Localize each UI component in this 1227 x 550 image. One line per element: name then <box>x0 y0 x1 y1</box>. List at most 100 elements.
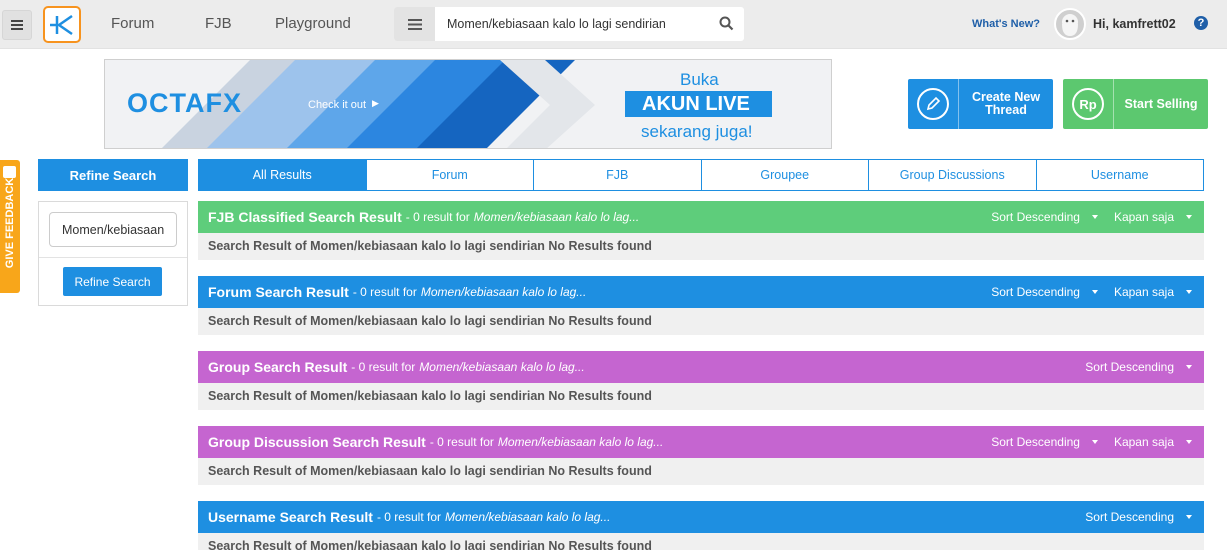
sort-dropdown[interactable]: Sort Descending <box>1085 360 1192 374</box>
refine-search-input[interactable]: Momen/kebiasaan <box>49 212 177 247</box>
chevron-down-icon <box>1091 215 1098 219</box>
tab-group-discussions[interactable]: Group Discussions <box>868 160 1036 190</box>
user-greeting[interactable]: Hi, kamfrett02 <box>1093 17 1176 31</box>
time-label: Kapan saja <box>1113 285 1174 299</box>
kaskus-logo[interactable] <box>43 6 81 43</box>
result-count: - 0 result for <box>376 510 441 524</box>
time-label: Kapan saja <box>1113 435 1174 449</box>
result-query: Momen/kebiasaan kalo lo lag... <box>473 210 640 224</box>
section-header: Forum Search Result - 0 result for Momen… <box>198 276 1204 308</box>
nav-forum[interactable]: Forum <box>111 15 154 32</box>
chevron-down-icon <box>1186 440 1192 444</box>
result-query: Momen/kebiasaan kalo lo lag... <box>419 360 585 374</box>
section-message: Search Result of Momen/kebiasaan kalo lo… <box>198 233 1204 260</box>
nav-playground[interactable]: Playground <box>275 15 351 32</box>
create-thread-icon-box <box>908 79 959 129</box>
result-count: - 0 result for <box>351 360 416 374</box>
tab-fjb[interactable]: FJB <box>533 160 701 190</box>
chevron-down-icon <box>1091 290 1098 294</box>
section-message: Search Result of Momen/kebiasaan kalo lo… <box>198 533 1204 550</box>
give-feedback-label: GIVE FEEDBACK <box>4 177 16 269</box>
tab-all-results[interactable]: All Results <box>199 160 366 190</box>
section-header: Group Search Result - 0 result for Momen… <box>198 351 1204 383</box>
sort-label: Sort Descending <box>991 210 1080 224</box>
start-selling-button[interactable]: Rp Start Selling <box>1063 79 1208 129</box>
group-section: Group Search Result - 0 result for Momen… <box>198 351 1204 410</box>
search-bar: Momen/kebiasaan kalo lo lagi sendirian <box>394 7 744 41</box>
section-title: Group Search Result <box>208 359 348 375</box>
chevron-down-icon <box>1186 365 1192 369</box>
chevron-down-icon <box>1186 215 1192 219</box>
section-controls: Sort Descending Kapan saja <box>975 201 1192 233</box>
sort-dropdown[interactable]: Sort Descending <box>1085 510 1192 524</box>
result-query: Momen/kebiasaan kalo lo lag... <box>445 510 611 524</box>
kaskus-k-icon <box>50 14 73 35</box>
create-new-thread-button[interactable]: Create New Thread <box>908 79 1053 129</box>
refine-search-heading: Refine Search <box>38 159 188 191</box>
start-selling-icon-box: Rp <box>1063 79 1114 129</box>
section-header: FJB Classified Search Result - 0 result … <box>198 201 1204 233</box>
pencil-icon <box>917 88 949 120</box>
section-header: Group Discussion Search Result - 0 resul… <box>198 426 1204 458</box>
username-section: Username Search Result - 0 result for Mo… <box>198 501 1204 550</box>
banner-arrow-icon: ▶ <box>372 98 379 108</box>
sort-dropdown[interactable]: Sort Descending <box>991 285 1098 299</box>
octafx-ad-banner[interactable]: OCTAFX Check it out ▶ Buka AKUN LIVE sek… <box>104 59 832 149</box>
chevron-down-icon <box>1091 440 1098 444</box>
banner-line1: Buka <box>680 70 719 89</box>
nav-fjb[interactable]: FJB <box>205 15 232 32</box>
give-feedback-tab[interactable]: GIVE FEEDBACK <box>0 160 20 293</box>
search-category-button[interactable] <box>394 7 435 41</box>
time-filter-dropdown[interactable]: Kapan saja <box>1114 210 1192 224</box>
refine-divider <box>39 257 187 258</box>
fjb-classified-section: FJB Classified Search Result - 0 result … <box>198 201 1204 260</box>
time-label: Kapan saja <box>1113 210 1174 224</box>
section-message: Search Result of Momen/kebiasaan kalo lo… <box>198 458 1204 485</box>
time-filter-dropdown[interactable]: Kapan saja <box>1114 435 1192 449</box>
banner-cta: Check it out <box>308 99 367 111</box>
search-icon[interactable] <box>719 16 734 31</box>
result-tabs: All Results Forum FJB Groupee Group Disc… <box>198 159 1204 191</box>
whats-new-link[interactable]: What's New? <box>972 18 1040 30</box>
result-count: - 0 result for <box>405 210 470 224</box>
list-icon <box>407 18 422 30</box>
top-navbar: Forum FJB Playground Momen/kebiasaan kal… <box>0 0 1227 49</box>
result-query: Momen/kebiasaan kalo lo lag... <box>420 285 587 299</box>
tab-username[interactable]: Username <box>1035 160 1203 190</box>
section-title: Group Discussion Search Result <box>208 434 426 450</box>
sort-dropdown[interactable]: Sort Descending <box>991 210 1098 224</box>
refine-search-panel: Momen/kebiasaan Refine Search <box>38 201 188 306</box>
start-selling-label: Start Selling <box>1124 96 1198 111</box>
sort-dropdown[interactable]: Sort Descending <box>991 435 1098 449</box>
section-header: Username Search Result - 0 result for Mo… <box>198 501 1204 533</box>
user-avatar[interactable] <box>1054 8 1086 40</box>
banner-line2: AKUN LIVE <box>642 93 750 115</box>
forum-section: Forum Search Result - 0 result for Momen… <box>198 276 1204 335</box>
avatar-ghost-icon <box>1062 14 1078 36</box>
section-controls: Sort Descending Kapan saja <box>975 276 1192 308</box>
section-title: Forum Search Result <box>208 284 349 300</box>
banner-brand: OCTAFX <box>127 88 242 118</box>
result-query: Momen/kebiasaan kalo lo lag... <box>497 435 664 449</box>
section-title: Username Search Result <box>208 509 373 525</box>
sort-label: Sort Descending <box>991 285 1080 299</box>
hamburger-icon <box>11 20 23 30</box>
sort-label: Sort Descending <box>1085 510 1174 524</box>
chevron-down-icon <box>1186 515 1192 519</box>
hamburger-menu-button[interactable] <box>2 10 32 40</box>
result-count: - 0 result for <box>352 285 417 299</box>
tab-groupee[interactable]: Groupee <box>700 160 868 190</box>
time-filter-dropdown[interactable]: Kapan saja <box>1114 285 1192 299</box>
help-icon[interactable]: ? <box>1194 16 1208 30</box>
refine-search-button[interactable]: Refine Search <box>63 267 162 296</box>
section-message: Search Result of Momen/kebiasaan kalo lo… <box>198 383 1204 410</box>
section-controls: Sort Descending <box>1069 501 1192 533</box>
result-count: - 0 result for <box>429 435 494 449</box>
section-message: Search Result of Momen/kebiasaan kalo lo… <box>198 308 1204 335</box>
group-discussion-section: Group Discussion Search Result - 0 resul… <box>198 426 1204 485</box>
section-controls: Sort Descending <box>1069 351 1192 383</box>
banner-line3: sekarang juga! <box>641 122 753 141</box>
tab-forum[interactable]: Forum <box>365 160 533 190</box>
section-controls: Sort Descending Kapan saja <box>975 426 1192 458</box>
search-input[interactable]: Momen/kebiasaan kalo lo lagi sendirian <box>447 17 666 31</box>
